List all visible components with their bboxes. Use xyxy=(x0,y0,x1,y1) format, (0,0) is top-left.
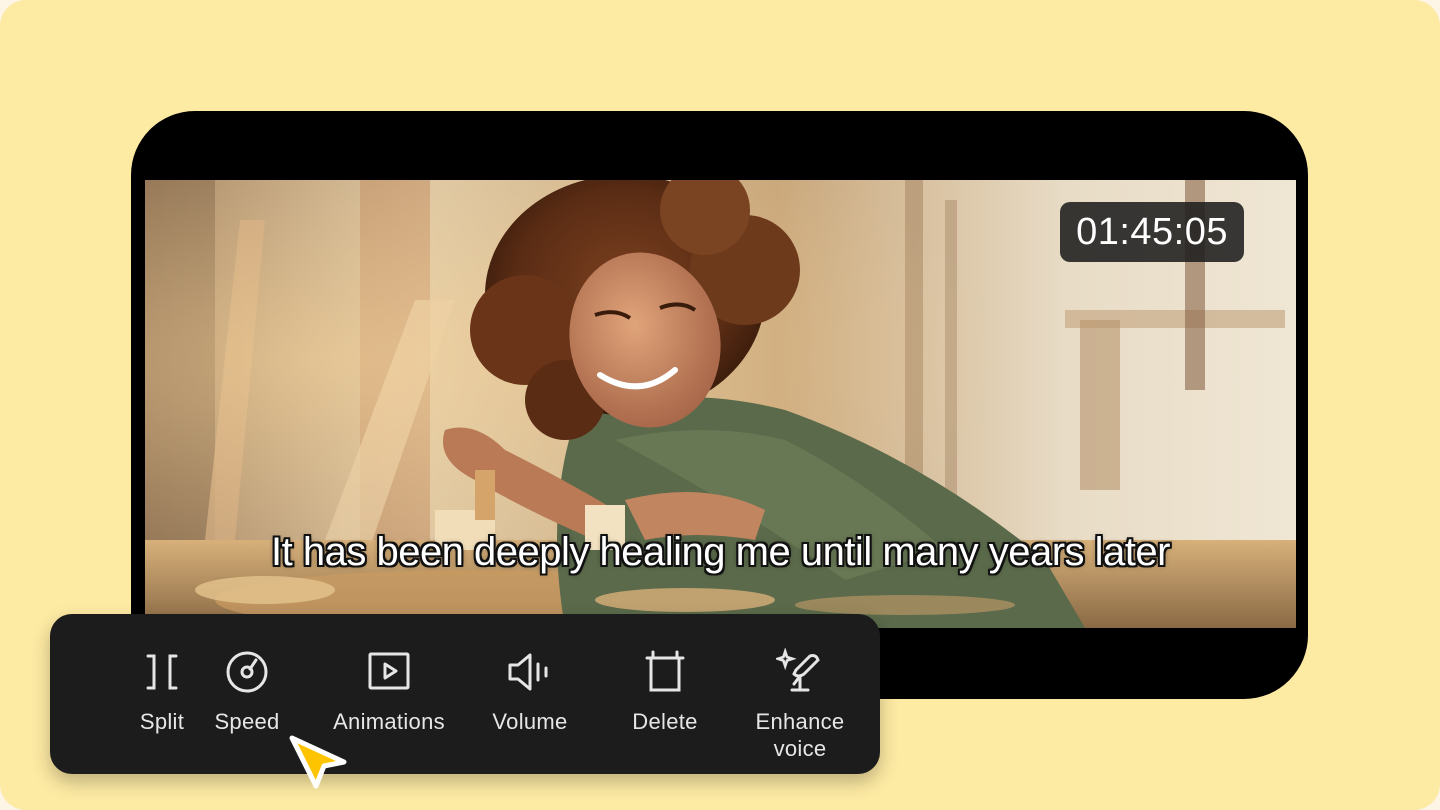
speed-icon xyxy=(226,651,268,693)
animations-label: Animations xyxy=(333,709,445,734)
speed-label: Speed xyxy=(214,709,280,734)
delete-icon xyxy=(645,650,685,692)
animations-icon xyxy=(368,652,410,690)
volume-label: Volume xyxy=(492,709,568,734)
subtitle-caption[interactable]: It has been deeply healing me until many… xyxy=(145,530,1296,575)
delete-label: Delete xyxy=(632,709,698,734)
video-preview[interactable]: 01:45:05 It has been deeply healing me u… xyxy=(145,180,1296,628)
enhance-voice-icon xyxy=(776,648,820,692)
edit-toolbar: Split Speed Animations Volume Delete Enh… xyxy=(50,614,880,774)
pointer-cursor-icon xyxy=(289,735,347,789)
volume-icon xyxy=(508,653,548,691)
page-background: 01:45:05 It has been deeply healing me u… xyxy=(0,0,1440,810)
enhance-voice-label: Enhance voice xyxy=(755,709,845,761)
timecode-badge: 01:45:05 xyxy=(1060,202,1244,262)
split-icon xyxy=(146,654,178,690)
